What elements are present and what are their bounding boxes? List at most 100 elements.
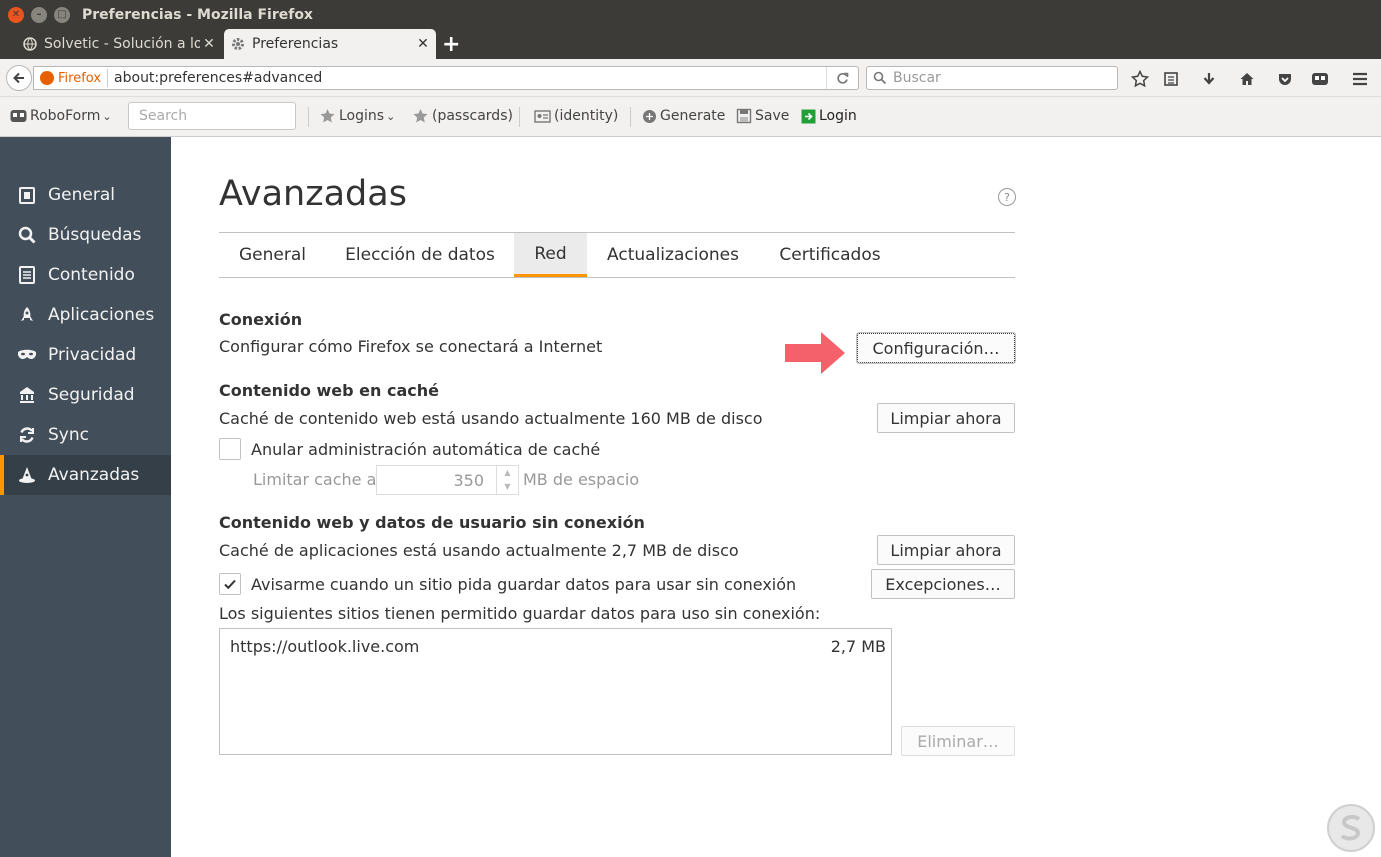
sync-icon xyxy=(17,425,37,445)
offline-list-label: Los siguientes sitios tienen permitido g… xyxy=(219,604,821,623)
new-tab-button[interactable]: + xyxy=(442,32,460,57)
roboform-icon[interactable] xyxy=(1309,68,1331,90)
help-icon[interactable]: ? xyxy=(998,188,1016,206)
sidebar-item-sync[interactable]: Sync xyxy=(0,415,171,455)
bookmarks-menu-icon[interactable] xyxy=(1160,68,1182,90)
sidebar-item-aplicaciones[interactable]: Aplicaciones xyxy=(0,295,171,335)
sidebar-item-label: Seguridad xyxy=(48,385,135,405)
sidebar-item-label: Contenido xyxy=(48,265,135,285)
window-minimize-button[interactable]: – xyxy=(31,6,47,23)
roboform-search-input[interactable]: Search xyxy=(128,102,296,130)
clear-offline-button[interactable]: Limpiar ahora xyxy=(877,535,1015,565)
page-title: Avanzadas xyxy=(219,174,407,214)
override-cache-checkbox[interactable] xyxy=(219,438,241,460)
cache-heading: Contenido web en caché xyxy=(219,381,439,400)
save-icon xyxy=(736,108,752,124)
offline-sites-list[interactable]: https://outlook.live.com 2,7 MB xyxy=(219,628,892,755)
divider xyxy=(308,107,309,127)
browser-tab-preferencias[interactable]: Preferencias ✕ xyxy=(224,29,436,59)
reload-icon[interactable] xyxy=(826,67,858,89)
window-close-button[interactable]: ✕ xyxy=(8,6,24,23)
tab-label: Solvetic - Solución a los xyxy=(44,36,200,52)
clear-cache-button[interactable]: Limpiar ahora xyxy=(877,403,1015,433)
advanced-wizard-icon xyxy=(17,465,37,485)
save-label: Save xyxy=(755,108,790,124)
site-identity[interactable]: Firefox xyxy=(40,69,109,87)
navigation-bar: Firefox about:preferences#advanced Busca… xyxy=(0,59,1381,97)
generate-label: Generate xyxy=(660,108,726,124)
roboform-icon xyxy=(10,110,27,122)
remove-site-button[interactable]: Eliminar… xyxy=(901,726,1015,756)
spinner-arrows-icon[interactable]: ▲ ▼ xyxy=(496,466,518,494)
pocket-icon[interactable] xyxy=(1274,68,1296,90)
close-icon[interactable]: ✕ xyxy=(200,36,218,52)
browser-tab-solvetic[interactable]: Solvetic - Solución a los ✕ xyxy=(16,29,222,59)
window-title: Preferencias - Mozilla Firefox xyxy=(82,6,313,23)
generate-button[interactable]: Generate xyxy=(642,108,725,124)
identity-label: Firefox xyxy=(58,70,102,86)
back-button[interactable] xyxy=(6,65,32,91)
search-icon xyxy=(873,71,887,85)
bookmark-star-icon[interactable] xyxy=(1129,68,1151,90)
general-icon xyxy=(17,185,37,205)
menu-icon[interactable] xyxy=(1349,68,1371,90)
tab-certificados[interactable]: Certificados xyxy=(759,233,901,277)
sidebar-item-label: Aplicaciones xyxy=(48,305,155,325)
tab-red[interactable]: Red xyxy=(514,233,587,277)
roboform-brand: RoboForm xyxy=(30,108,101,124)
roboform-menu-button[interactable]: RoboForm ⌄ xyxy=(10,108,112,124)
passcards-button[interactable]: (passcards) xyxy=(412,108,513,124)
gear-icon xyxy=(230,36,246,52)
sidebar-item-privacidad[interactable]: Privacidad xyxy=(0,335,171,375)
sidebar-item-label: General xyxy=(48,185,115,205)
arrow-icon xyxy=(785,332,845,374)
home-icon[interactable] xyxy=(1236,68,1258,90)
notify-offline-label: Avisarme cuando un sitio pida guardar da… xyxy=(251,575,797,594)
solvetic-logo-icon xyxy=(1327,804,1375,852)
roboform-toolbar: RoboForm ⌄ Search Logins ⌄ (passcards) (… xyxy=(0,97,1381,137)
privacy-mask-icon xyxy=(17,345,37,365)
tab-strip: Solvetic - Solución a los ✕ Preferencias… xyxy=(0,29,1381,59)
sidebar-item-seguridad[interactable]: Seguridad xyxy=(0,375,171,415)
identity-card-icon xyxy=(534,110,551,123)
downloads-icon[interactable] xyxy=(1198,68,1220,90)
preferences-tabs: General Elección de datos Red Actualizac… xyxy=(219,232,1015,278)
notify-offline-checkbox[interactable] xyxy=(219,573,241,595)
save-button[interactable]: Save xyxy=(736,108,789,124)
sidebar-item-label: Sync xyxy=(48,425,89,445)
connection-description: Configurar cómo Firefox se conectará a I… xyxy=(219,337,603,356)
close-icon[interactable]: ✕ xyxy=(414,36,432,52)
tab-eleccion-de-datos[interactable]: Elección de datos xyxy=(326,233,514,277)
connection-heading: Conexión xyxy=(219,310,303,329)
security-icon xyxy=(17,385,37,405)
sidebar-item-label: Avanzadas xyxy=(48,465,140,485)
identity-button[interactable]: (identity) xyxy=(534,108,618,124)
sidebar-item-general[interactable]: General xyxy=(0,175,171,215)
site-url: https://outlook.live.com xyxy=(230,637,420,656)
cache-size-stepper[interactable]: 350 ▲ ▼ xyxy=(376,465,519,495)
back-arrow-icon xyxy=(13,72,24,84)
list-item[interactable]: https://outlook.live.com 2,7 MB xyxy=(230,637,886,656)
tab-label: Preferencias xyxy=(252,36,339,52)
offline-description: Caché de aplicaciones está usando actual… xyxy=(219,541,739,560)
url-text[interactable]: about:preferences#advanced xyxy=(114,70,826,86)
connection-settings-button[interactable]: Configuración… xyxy=(856,332,1016,364)
sidebar-item-busquedas[interactable]: Búsquedas xyxy=(0,215,171,255)
tab-general[interactable]: General xyxy=(219,233,326,277)
login-label: Login xyxy=(819,108,857,124)
checkmark-icon xyxy=(224,579,236,590)
globe-icon xyxy=(22,36,38,52)
tab-actualizaciones[interactable]: Actualizaciones xyxy=(587,233,759,277)
divider xyxy=(519,107,520,127)
search-input[interactable]: Buscar xyxy=(866,66,1118,90)
offline-heading: Contenido web y datos de usuario sin con… xyxy=(219,513,645,532)
window-maximize-button[interactable]: □ xyxy=(54,6,70,23)
sidebar-item-avanzadas[interactable]: Avanzadas xyxy=(0,455,171,495)
url-bar[interactable]: Firefox about:preferences#advanced xyxy=(33,66,859,90)
title-bar: ✕ – □ Preferencias - Mozilla Firefox xyxy=(0,0,1381,29)
exceptions-button[interactable]: Excepciones… xyxy=(871,569,1015,599)
logins-icon xyxy=(320,109,335,123)
login-button[interactable]: Login xyxy=(801,108,857,124)
sidebar-item-contenido[interactable]: Contenido xyxy=(0,255,171,295)
logins-button[interactable]: Logins ⌄ xyxy=(319,108,395,124)
